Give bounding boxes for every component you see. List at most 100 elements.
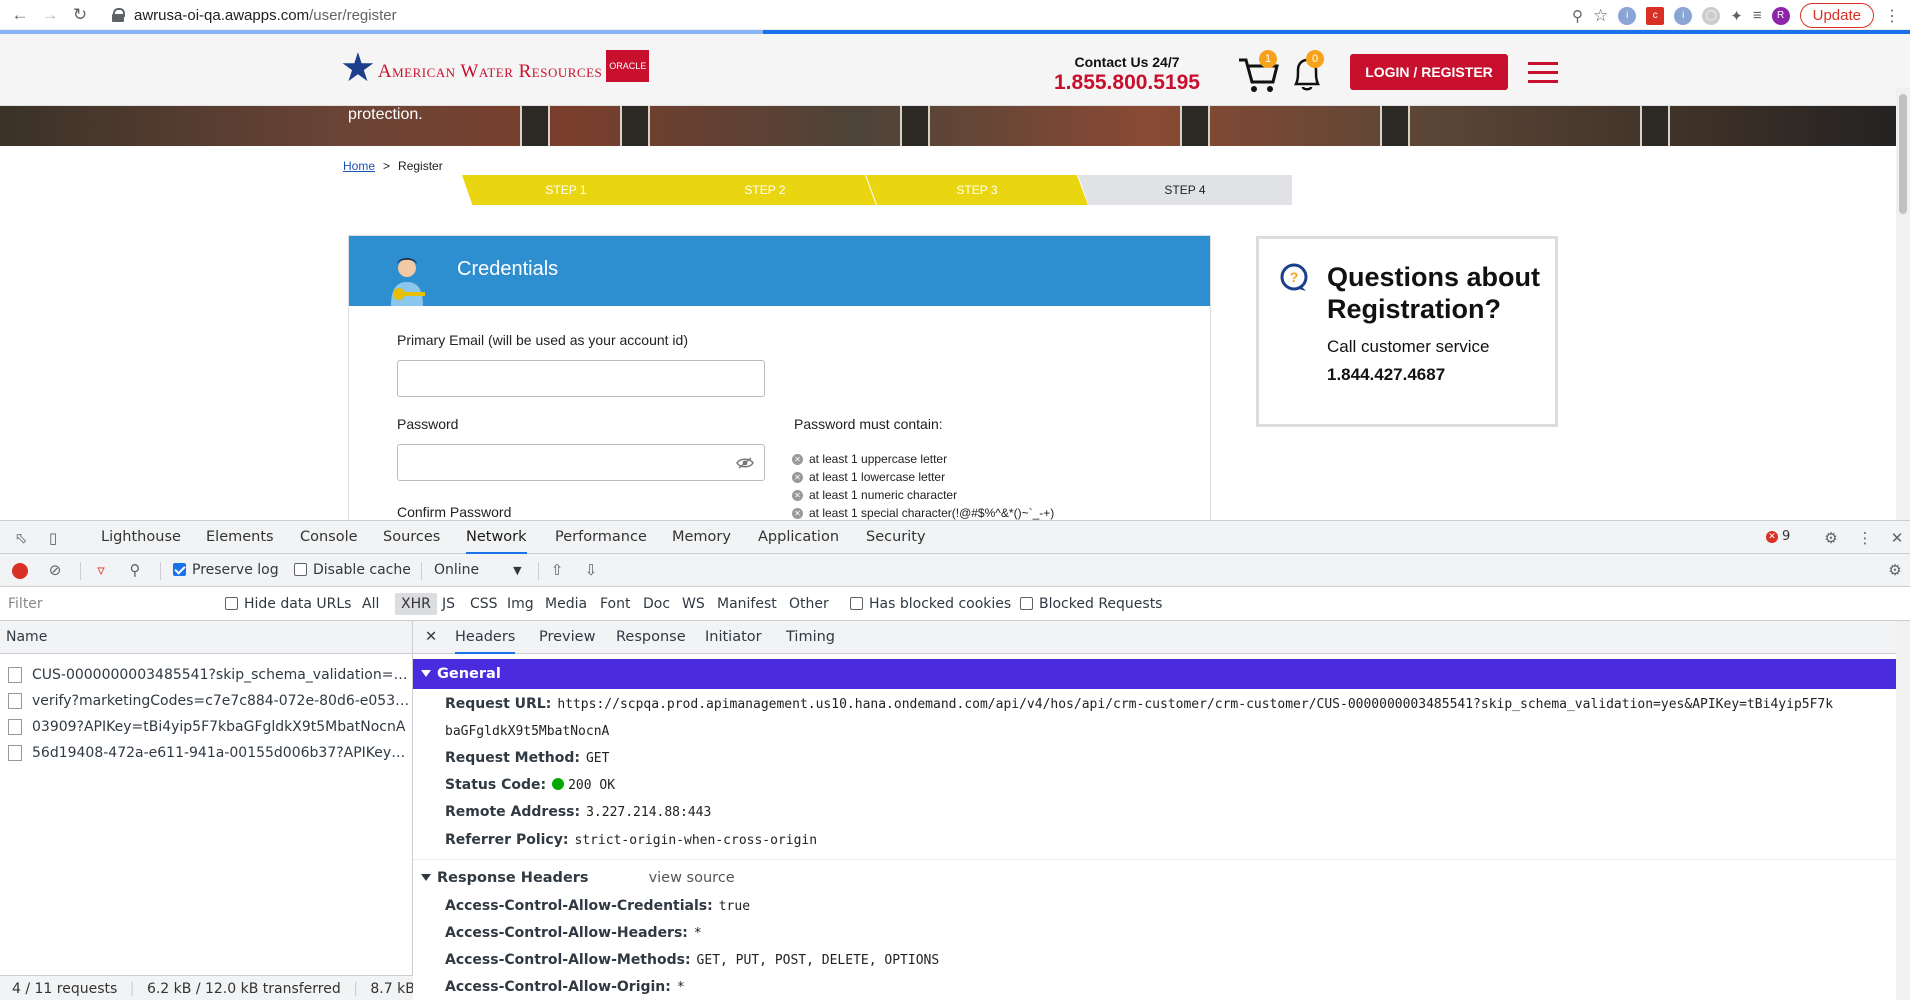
filter-input[interactable]: Filter bbox=[4, 593, 204, 615]
tab-application[interactable]: Application bbox=[758, 521, 839, 554]
details-tabbar: ✕ Headers Preview Response Initiator Tim… bbox=[413, 621, 1910, 654]
page-scrollbar[interactable] bbox=[1896, 88, 1910, 520]
filter-type-other[interactable]: Other bbox=[789, 593, 829, 615]
response-header-row: Access-Control-Allow-Origin: * bbox=[445, 979, 685, 995]
filter-type-img[interactable]: Img bbox=[507, 593, 534, 615]
tab-timing[interactable]: Timing bbox=[786, 621, 835, 654]
filter-type-media[interactable]: Media bbox=[545, 593, 587, 615]
password-field[interactable] bbox=[397, 444, 765, 481]
key-icon[interactable]: ⚲ bbox=[1572, 7, 1583, 25]
throttling-select[interactable]: Online ▼ bbox=[434, 554, 522, 587]
cart-button[interactable]: 1 bbox=[1237, 50, 1281, 94]
requirement-item: ✕ at least 1 lowercase letter bbox=[792, 468, 1054, 486]
clear-icon[interactable]: ⊘ bbox=[46, 561, 64, 579]
disable-cache-checkbox[interactable]: Disable cache bbox=[294, 554, 411, 587]
close-details-icon[interactable]: ✕ bbox=[425, 621, 437, 654]
extension-icon-1[interactable]: i bbox=[1618, 6, 1637, 25]
tab-memory[interactable]: Memory bbox=[672, 521, 731, 554]
tab-sources[interactable]: Sources bbox=[383, 521, 440, 554]
request-url-row: Request URL: https://scpqa.prod.apimanage… bbox=[445, 696, 1834, 712]
settings-gear-icon[interactable]: ⚙ bbox=[1822, 529, 1840, 547]
login-register-button[interactable]: LOGIN / REGISTER bbox=[1350, 54, 1508, 90]
customer-service-phone[interactable]: 1.844.427.4687 bbox=[1327, 365, 1445, 385]
bookmark-star-icon[interactable]: ☆ bbox=[1593, 6, 1608, 26]
lock-icon bbox=[112, 8, 125, 22]
site-logo[interactable]: ★ American Water Resources ORACLE bbox=[340, 48, 650, 88]
tab-elements[interactable]: Elements bbox=[206, 521, 274, 554]
profile-avatar[interactable]: R bbox=[1771, 6, 1790, 25]
tab-preview[interactable]: Preview bbox=[539, 621, 595, 654]
network-toolbar: ⊘ ▿ ⚲ Preserve log Disable cache Online ▼… bbox=[0, 554, 1910, 587]
tab-initiator[interactable]: Initiator bbox=[705, 621, 762, 654]
network-filter-bar: Filter Hide data URLs All XHR JS CSS Img… bbox=[0, 587, 1910, 621]
hide-data-urls-checkbox[interactable]: Hide data URLs bbox=[225, 593, 351, 615]
request-row[interactable]: verify?marketingCodes=c7e7c884-072e-80d6… bbox=[0, 688, 412, 714]
status-code-row: Status Code: 200 OK bbox=[445, 777, 616, 793]
x-circle-icon: ✕ bbox=[792, 507, 803, 519]
back-icon[interactable]: ← bbox=[10, 5, 30, 25]
contact-phone[interactable]: 1.855.800.5195 bbox=[1054, 71, 1200, 95]
extension-icon-3[interactable]: i bbox=[1674, 6, 1693, 25]
tab-console[interactable]: Console bbox=[300, 521, 358, 554]
record-icon[interactable] bbox=[12, 563, 28, 579]
tab-response[interactable]: Response bbox=[616, 621, 686, 654]
search-icon[interactable]: ⚲ bbox=[126, 561, 144, 579]
reload-icon[interactable]: ↻ bbox=[70, 5, 90, 25]
x-circle-icon: ✕ bbox=[792, 471, 803, 483]
hamburger-menu-icon[interactable] bbox=[1528, 62, 1558, 83]
filter-type-doc[interactable]: Doc bbox=[643, 593, 670, 615]
request-row[interactable]: CUS-0000000003485541?skip_schema_validat… bbox=[0, 662, 412, 688]
eye-slash-icon[interactable] bbox=[736, 457, 754, 469]
filter-type-js[interactable]: JS bbox=[442, 593, 455, 615]
reading-list-icon[interactable]: ≡ bbox=[1753, 7, 1762, 24]
request-list: Name CUS-0000000003485541?skip_schema_va… bbox=[0, 621, 413, 1000]
network-settings-icon[interactable]: ⚙ bbox=[1886, 561, 1904, 579]
filter-type-font[interactable]: Font bbox=[600, 593, 630, 615]
filter-type-css[interactable]: CSS bbox=[470, 593, 498, 615]
breadcrumb-home-link[interactable]: Home bbox=[343, 159, 375, 173]
address-bar[interactable]: awrusa-oi-qa.awapps.com/user/register bbox=[112, 3, 1580, 27]
import-har-icon[interactable]: ⇧ bbox=[548, 561, 566, 579]
credentials-card: Credentials Primary Email (will be used … bbox=[348, 235, 1211, 520]
shield-icon[interactable]: ◯ bbox=[1702, 6, 1721, 25]
forward-icon[interactable]: → bbox=[40, 5, 60, 25]
email-field[interactable] bbox=[397, 360, 765, 397]
name-column-header[interactable]: Name bbox=[0, 621, 412, 654]
export-har-icon[interactable]: ⇩ bbox=[582, 561, 600, 579]
extension-icon-2[interactable]: c bbox=[1646, 6, 1665, 25]
credentials-title: Credentials bbox=[457, 258, 559, 280]
puzzle-icon[interactable]: ✦ bbox=[1730, 7, 1743, 25]
tab-performance[interactable]: Performance bbox=[555, 521, 647, 554]
remote-address-row: Remote Address: 3.227.214.88:443 bbox=[445, 804, 712, 820]
filter-type-ws[interactable]: WS bbox=[682, 593, 705, 615]
view-source-link[interactable]: view source bbox=[649, 870, 735, 886]
close-devtools-icon[interactable]: ✕ bbox=[1888, 529, 1906, 547]
details-scrollbar[interactable] bbox=[1896, 621, 1910, 1000]
inspect-element-icon[interactable]: ⬁ bbox=[12, 529, 30, 547]
caret-down-icon bbox=[421, 670, 431, 677]
tab-network[interactable]: Network bbox=[466, 521, 527, 554]
extension-tray: ⚲ ☆ i c i ◯ ✦ ≡ R Update ⋮ bbox=[1572, 3, 1900, 28]
general-section-header[interactable]: General bbox=[413, 659, 1910, 689]
devtools-tabbar: ⬁ ▯ Lighthouse Elements Console Sources … bbox=[0, 521, 1910, 554]
error-counter[interactable]: ✕ 9 bbox=[1766, 529, 1790, 544]
filter-type-all[interactable]: All bbox=[362, 593, 379, 615]
has-blocked-cookies-checkbox[interactable]: Has blocked cookies bbox=[850, 593, 1011, 615]
preserve-log-checkbox[interactable]: Preserve log bbox=[173, 554, 279, 587]
menu-dots-icon[interactable]: ⋮ bbox=[1884, 6, 1900, 26]
more-options-icon[interactable]: ⋮ bbox=[1856, 529, 1874, 547]
device-toolbar-icon[interactable]: ▯ bbox=[44, 529, 62, 547]
request-row[interactable]: 03909?APIKey=tBi4yip5F7kbaGFgldkX9t5Mbat… bbox=[0, 714, 412, 740]
tab-security[interactable]: Security bbox=[866, 521, 926, 554]
tab-headers[interactable]: Headers bbox=[455, 621, 516, 654]
notifications-button[interactable]: 0 bbox=[1290, 50, 1324, 94]
request-row[interactable]: 56d19408-472a-e611-941a-00155d006b37?API… bbox=[0, 740, 412, 766]
update-button[interactable]: Update bbox=[1799, 3, 1874, 28]
file-icon bbox=[8, 719, 22, 735]
response-headers-section-header[interactable]: Response Headers view source bbox=[413, 863, 735, 893]
filter-type-xhr[interactable]: XHR bbox=[395, 593, 437, 615]
filter-funnel-icon[interactable]: ▿ bbox=[92, 561, 110, 579]
tab-lighthouse[interactable]: Lighthouse bbox=[101, 521, 181, 554]
blocked-requests-checkbox[interactable]: Blocked Requests bbox=[1020, 593, 1162, 615]
filter-type-manifest[interactable]: Manifest bbox=[717, 593, 777, 615]
